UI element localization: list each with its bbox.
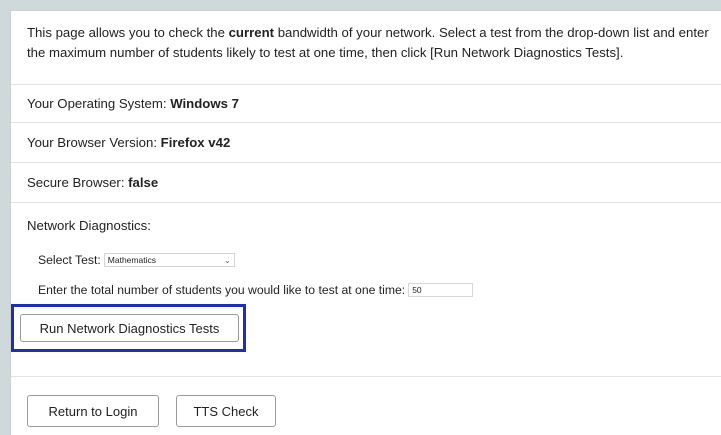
select-test-row: Select Test: Mathematics ⌄ — [38, 253, 235, 267]
run-network-diagnostics-button[interactable]: Run Network Diagnostics Tests — [20, 314, 239, 342]
run-button-highlight: Run Network Diagnostics Tests — [11, 304, 246, 352]
students-count-row: Enter the total number of students you w… — [38, 283, 474, 297]
secure-browser-row: Secure Browser: false — [11, 163, 721, 203]
os-label: Your Operating System: — [27, 96, 171, 111]
os-value: Windows 7 — [170, 96, 239, 111]
return-to-login-button[interactable]: Return to Login — [27, 395, 159, 427]
intro-text: This page allows you to check the curren… — [11, 11, 721, 85]
intro-text-bold: current — [228, 25, 275, 40]
network-diagnostics-section: Network Diagnostics: Select Test: Mathem… — [11, 203, 721, 377]
network-diagnostics-heading: Network Diagnostics: — [27, 218, 151, 233]
footer-actions: Return to Login TTS Check — [11, 377, 721, 435]
intro-text-start: This page allows you to check the — [27, 25, 229, 40]
select-test-dropdown[interactable]: Mathematics ⌄ — [103, 253, 235, 267]
secure-browser-value: false — [128, 175, 159, 190]
select-test-label: Select Test: — [38, 253, 101, 267]
select-test-value: Mathematics — [107, 255, 156, 265]
operating-system-row: Your Operating System: Windows 7 — [11, 85, 721, 123]
secure-browser-label: Secure Browser: — [27, 175, 129, 190]
chevron-down-icon: ⌄ — [224, 255, 231, 265]
browser-label: Your Browser Version: — [27, 135, 161, 150]
browser-value: Firefox v42 — [160, 135, 231, 150]
students-count-label: Enter the total number of students you w… — [38, 283, 406, 297]
browser-version-row: Your Browser Version: Firefox v42 — [11, 123, 721, 163]
students-count-input[interactable]: 50 — [408, 283, 474, 297]
tts-check-button[interactable]: TTS Check — [176, 395, 276, 427]
network-diagnostics-panel: This page allows you to check the curren… — [10, 10, 721, 435]
